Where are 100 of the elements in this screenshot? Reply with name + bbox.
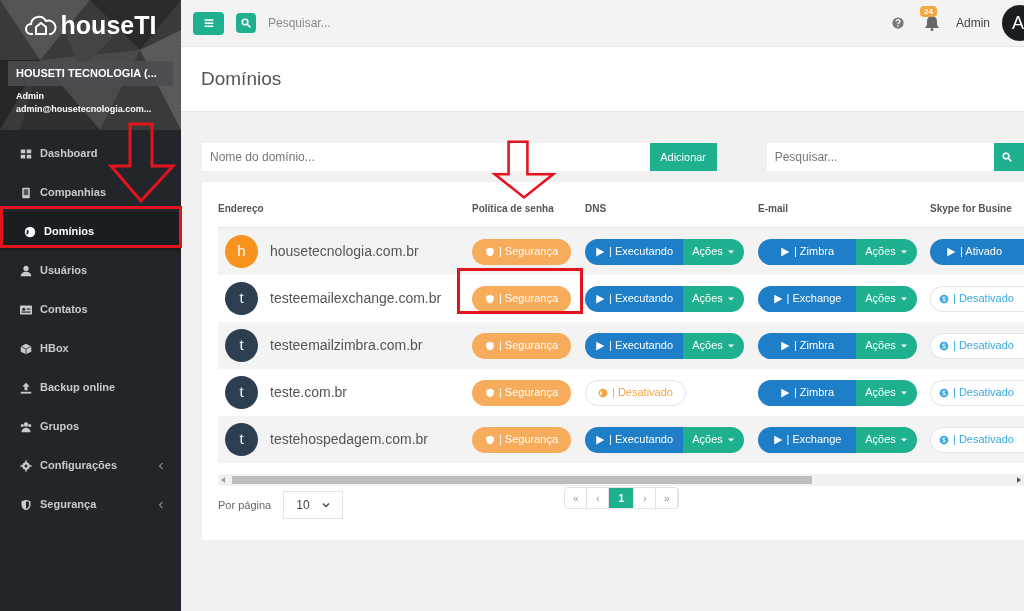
logo-text: houseTI	[60, 12, 157, 38]
menu-button[interactable]	[193, 11, 224, 35]
email-status-button[interactable]: | Exchange	[758, 285, 856, 312]
cloud-house-icon	[24, 13, 57, 37]
skype-icon	[939, 387, 949, 398]
skype-status-button[interactable]: | Desativado	[930, 379, 1024, 406]
sidebar-item[interactable]: Configurações	[0, 446, 181, 485]
dns-status-button[interactable]: | Executando	[585, 285, 683, 312]
column-header: Endereço	[218, 201, 265, 216]
actions-dropdown[interactable]: Ações	[683, 426, 744, 453]
help-icon[interactable]	[892, 17, 904, 29]
chevron-left-icon	[157, 500, 165, 509]
domain-avatar: t	[225, 376, 258, 409]
per-page-label: Por página	[218, 497, 272, 513]
user-icon	[20, 264, 32, 277]
domain-name[interactable]: housetecnologia.com.br	[270, 241, 419, 262]
user-name[interactable]: Admin	[956, 14, 990, 32]
sidebar-label: HBox	[40, 341, 70, 357]
skype-status-button[interactable]: | Desativado	[930, 285, 1024, 312]
pagination-button[interactable]: «	[565, 488, 588, 508]
sidebar-label: Companhias	[40, 185, 107, 201]
skype-status-button[interactable]: | Ativado	[930, 238, 1024, 265]
sidebar-label: Dashboard	[40, 146, 99, 162]
search-field[interactable]: Pesquisar...	[766, 143, 994, 171]
email-status-button[interactable]: | Zimbra	[758, 238, 856, 265]
pagination-button[interactable]: ›	[634, 488, 657, 508]
actions-dropdown[interactable]: Ações	[683, 332, 744, 359]
sidebar-item[interactable]: Grupos	[0, 407, 181, 446]
email-status-button[interactable]: | Zimbra	[758, 332, 856, 359]
sidebar-item[interactable]: Domínios	[0, 212, 181, 251]
user-avatar[interactable]: A	[1002, 5, 1024, 41]
grid-icon	[20, 147, 32, 160]
play-icon	[772, 434, 783, 445]
domain-name[interactable]: testeemailexchange.com.br	[270, 288, 442, 309]
column-header: Skype for Busine	[930, 201, 1013, 216]
skype-icon	[939, 293, 949, 304]
sidebar-item[interactable]: Contatos	[0, 290, 181, 329]
actions-dropdown[interactable]: Ações	[856, 332, 917, 359]
globe-icon	[24, 225, 36, 238]
users-icon	[20, 420, 32, 433]
shield-icon	[484, 246, 495, 257]
shield-icon	[20, 498, 32, 511]
actions-dropdown[interactable]: Ações	[856, 285, 917, 312]
shield-icon	[484, 387, 495, 398]
menu-icon	[203, 18, 214, 28]
search-button[interactable]	[236, 13, 256, 33]
dns-status-button[interactable]: | Executando	[585, 332, 683, 359]
bell-icon	[924, 15, 940, 31]
sidebar-item[interactable]: HBox	[0, 329, 181, 368]
dns-status-button[interactable]: | Executando	[585, 238, 683, 265]
domain-name-field[interactable]: Nome do domínio...	[202, 143, 650, 171]
pagination-button[interactable]: »	[656, 488, 679, 508]
chevron-left-icon	[157, 461, 165, 470]
actions-dropdown[interactable]: Ações	[856, 238, 917, 265]
sidebar-label: Configurações	[40, 458, 118, 474]
play-icon	[779, 246, 790, 257]
upload-icon	[20, 381, 32, 394]
play-icon	[779, 387, 790, 398]
sidebar-label: Contatos	[40, 302, 89, 318]
play-icon	[779, 340, 790, 351]
search-button[interactable]	[994, 143, 1024, 171]
skype-icon	[939, 340, 949, 351]
sidebar-item[interactable]: Backup online	[0, 368, 181, 407]
play-icon	[595, 293, 605, 304]
skype-status-button[interactable]: | Desativado	[930, 426, 1024, 453]
settings-icon	[20, 459, 32, 472]
actions-dropdown[interactable]: Ações	[856, 426, 917, 453]
sidebar-item[interactable]: Companhias	[0, 173, 181, 212]
email-status-button[interactable]: | Zimbra	[758, 379, 856, 406]
column-header: DNS	[585, 201, 608, 216]
user-email: admin@housetecnologia.com...	[16, 103, 153, 116]
skype-status-button[interactable]: | Desativado	[930, 332, 1024, 359]
actions-dropdown[interactable]: Ações	[683, 238, 744, 265]
shield-icon	[484, 293, 495, 304]
domain-name[interactable]: testeemailzimbra.com.br	[270, 335, 423, 356]
sidebar-item[interactable]: Dashboard	[0, 134, 181, 173]
dns-status-button[interactable]: | Executando	[585, 426, 683, 453]
actions-dropdown[interactable]: Ações	[683, 285, 744, 312]
domain-name[interactable]: teste.com.br	[270, 382, 348, 403]
play-icon	[772, 293, 783, 304]
email-status-button[interactable]: | Exchange	[758, 426, 856, 453]
pagination-button[interactable]: 1	[609, 488, 635, 508]
sidebar-label: Usuários	[40, 263, 89, 279]
actions-dropdown[interactable]: Ações	[856, 379, 917, 406]
notification-badge: 24	[920, 6, 937, 17]
per-page-select[interactable]: 10	[283, 491, 344, 519]
sidebar-label: Grupos	[40, 419, 81, 435]
globe-icon	[598, 387, 608, 398]
play-icon	[946, 246, 956, 257]
play-icon	[595, 246, 605, 257]
search-field[interactable]: Pesquisar...	[268, 14, 468, 32]
domain-avatar: t	[225, 282, 258, 315]
sidebar-item[interactable]: Usuários	[0, 251, 181, 290]
search-icon	[1002, 152, 1012, 162]
column-header: E-mail	[758, 201, 789, 216]
company-name: HOUSETI TECNOLOGIA (...	[8, 61, 173, 86]
domain-name[interactable]: testehospedagem.com.br	[270, 429, 428, 450]
add-button[interactable]: Adicionar	[649, 143, 717, 171]
sidebar-item[interactable]: Segurança	[0, 485, 181, 524]
shield-icon	[484, 340, 495, 351]
